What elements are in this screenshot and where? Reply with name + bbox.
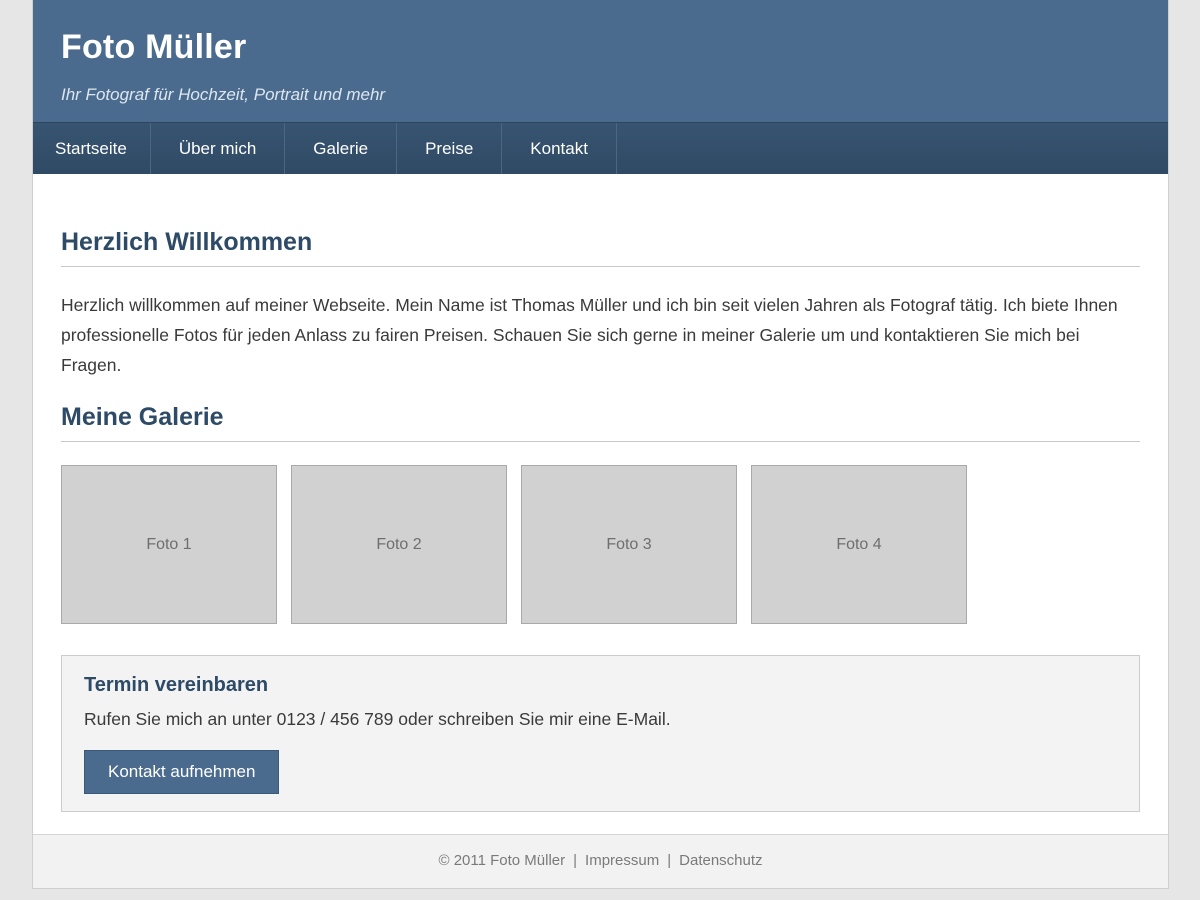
main-content: Herzlich Willkommen Herzlich willkommen … [33,227,1168,812]
gallery-heading: Meine Galerie [61,402,1140,442]
nav-item-kontakt[interactable]: Kontakt [502,123,617,174]
footer-copyright: © 2011 Foto Müller [438,852,566,869]
footer-separator: | [573,852,578,869]
site-title[interactable]: Foto Müller [61,28,1168,66]
welcome-heading: Herzlich Willkommen [61,227,1140,267]
nav-item-startseite[interactable]: Startseite [33,123,151,174]
site-tagline: Ihr Fotograf für Hochzeit, Portrait und … [61,85,386,104]
footer-separator: | [667,852,672,869]
photo-gallery: Foto 1 Foto 2 Foto 3 Foto 4 [61,465,1140,624]
site-header: Foto Müller Ihr Fotograf für Hochzeit, P… [33,0,1168,122]
page-container: Foto Müller Ihr Fotograf für Hochzeit, P… [32,0,1169,889]
nav-item-ueber-mich[interactable]: Über mich [151,123,286,174]
gallery-photo-4[interactable]: Foto 4 [751,465,967,624]
impressum-link[interactable]: Impressum [585,852,659,869]
site-footer: © 2011 Foto Müller | Impressum | Datenschutz [33,834,1168,888]
appointment-box: Termin vereinbaren Rufen Sie mich an unt… [61,655,1140,812]
contact-button[interactable]: Kontakt aufnehmen [84,750,280,794]
gallery-photo-3[interactable]: Foto 3 [521,465,737,624]
nav-item-preise[interactable]: Preise [397,123,503,174]
gallery-photo-2[interactable]: Foto 2 [291,465,507,624]
nav-item-galerie[interactable]: Galerie [285,123,398,174]
welcome-text: Herzlich willkommen auf meiner Webseite.… [61,295,1118,375]
appointment-text: Rufen Sie mich an unter 0123 / 456 789 o… [84,709,671,729]
gallery-photo-1[interactable]: Foto 1 [61,465,277,624]
appointment-heading: Termin vereinbaren [84,674,269,696]
main-nav: Startseite Über mich Galerie Preise Kont… [33,122,1168,174]
datenschutz-link[interactable]: Datenschutz [679,852,762,869]
